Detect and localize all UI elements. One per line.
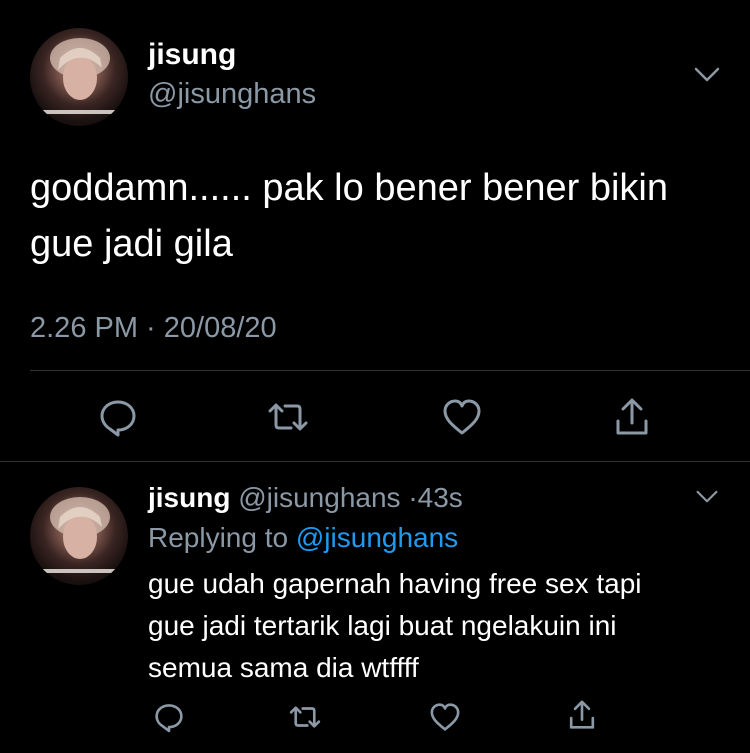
replying-to-label: Replying to [148,522,289,553]
avatar[interactable] [30,487,128,585]
avatar-photo [40,38,118,114]
chevron-down-icon[interactable] [693,66,721,84]
avatar[interactable] [30,28,128,126]
reply-icon [155,704,183,733]
retweet-button[interactable] [288,700,322,734]
replying-to-mention[interactable]: @jisunghans [296,522,458,553]
retweet-icon [268,403,308,431]
reply-icon [100,400,136,437]
avatar-photo [40,497,118,573]
like-button[interactable] [440,395,484,439]
reply-button[interactable] [152,700,186,734]
divider [30,370,750,371]
share-icon [569,700,595,729]
divider [0,461,750,462]
user-handle[interactable]: @jisunghans [148,78,316,111]
heart-icon [443,399,481,435]
separator-dot: · [408,482,418,513]
share-button[interactable] [565,698,599,732]
tweet-timestamp[interactable]: 2.26 PM · 20/08/20 [30,312,277,345]
chevron-down-icon[interactable] [695,489,719,505]
share-button[interactable] [610,395,654,439]
reply-button[interactable] [96,395,140,439]
tweet-text: goddamn...... pak lo bener bener bikin g… [30,167,668,265]
replying-to: Replying to @jisunghans [148,520,458,556]
retweet-icon [289,706,321,728]
like-button[interactable] [428,700,462,734]
retweet-button[interactable] [266,395,310,439]
reply-header: jisung @jisunghans ·43s [148,480,463,516]
tweet-age[interactable]: 43s [418,482,463,513]
heart-icon [430,703,460,731]
share-icon [616,398,648,435]
display-name[interactable]: jisung [148,482,230,513]
user-handle[interactable]: @jisunghans [238,482,400,513]
reply-text: gue udah gapernah having free sex tapi g… [148,568,642,683]
display-name[interactable]: jisung [148,38,236,72]
